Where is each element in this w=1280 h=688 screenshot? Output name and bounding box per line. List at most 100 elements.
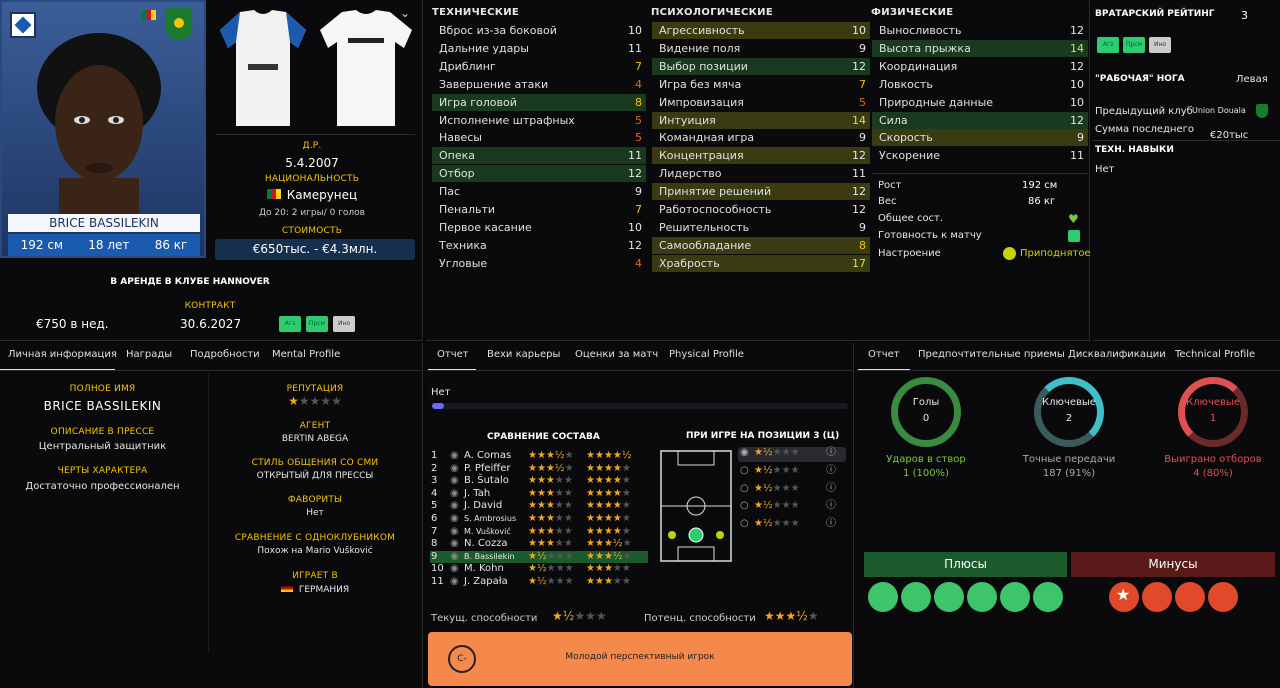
current-stars: ★★★★★: [528, 500, 573, 512]
squad-row[interactable]: 8 ◉ N. Cozza ★★★★★ ★★★½★: [430, 538, 648, 551]
mental-attr-row[interactable]: Видение поля 9: [652, 40, 870, 57]
gk-role-1[interactable]: Агз: [1097, 37, 1119, 53]
physical-attr-row[interactable]: Координация 12: [872, 58, 1088, 75]
physical-attr-row[interactable]: Высота прыжка 14: [872, 39, 1088, 57]
mental-attr-row[interactable]: Храбрость 17: [652, 254, 870, 272]
tab-mental-profile[interactable]: Mental Profile: [272, 343, 340, 367]
technical-attr-row[interactable]: Техника 12: [432, 237, 646, 254]
shots-label: Ударов в створ: [886, 454, 966, 465]
gk-rating-label: ВРАТАРСКИЙ РЕЙТИНГ: [1095, 9, 1215, 19]
player-card: BRICE BASSILEKIN 192 см 18 лет 86 кг: [0, 0, 206, 258]
physical-attr-row[interactable]: Выносливость 12: [872, 22, 1088, 39]
attr-value: 17: [852, 256, 866, 270]
tackles-key-value: 1: [1209, 413, 1217, 424]
physical-attr-row[interactable]: Скорость 9: [872, 129, 1088, 147]
squad-row[interactable]: 6 ◉ S. Ambrosius ★★★★★ ★★★★★: [430, 513, 648, 526]
technical-attr-row[interactable]: Опека 11: [432, 147, 646, 165]
squad-row[interactable]: 3 ◉ B. Šutalo ★★★★★ ★★★★★: [430, 475, 648, 488]
attr-value: 12: [852, 203, 866, 216]
player-face-image: [37, 33, 161, 218]
mental-attr-row[interactable]: Агрессивность 10: [652, 22, 870, 39]
mental-attr-row[interactable]: Выбор позиции 12: [652, 57, 870, 75]
card-height: 192 см: [20, 238, 64, 252]
tab-report[interactable]: Отчет: [437, 343, 469, 367]
squad-row[interactable]: 7 ◉ M. Vušković ★★★★★ ★★★★★: [430, 526, 648, 539]
gk-role-3[interactable]: Ино: [1149, 37, 1171, 53]
attr-name: Высота прыжка: [879, 41, 971, 55]
chevron-down-icon[interactable]: ⌄: [400, 6, 410, 20]
current-stars: ★★★½★: [528, 462, 574, 474]
squad-row[interactable]: 1 ◉ A. Comas ★★★½★ ★★★★½: [430, 450, 648, 463]
technical-attr-row[interactable]: Пенальти 7: [432, 201, 646, 218]
physical-attr-row[interactable]: Сила 12: [872, 111, 1088, 129]
tab-stats-report[interactable]: Отчет: [868, 343, 900, 367]
current-stars: ★½★★★: [528, 550, 574, 562]
tab-awards[interactable]: Награды: [126, 343, 172, 367]
keypass-value: 2: [1065, 413, 1073, 424]
attr-name: Ловкость: [879, 77, 933, 91]
position-rating-row[interactable]: ○ ★½★★★ ⓘ: [738, 500, 846, 515]
mental-attr-row[interactable]: Командная игра 9: [652, 129, 870, 146]
role-tag-2[interactable]: Прсм: [306, 316, 328, 332]
tab-preferred-moves[interactable]: Предпочтительные приемы: [918, 343, 1065, 367]
attr-name: Навесы: [439, 131, 482, 145]
technical-attr-row[interactable]: Дриблинг 7: [432, 58, 646, 75]
role-tag-3[interactable]: Ино: [333, 316, 355, 332]
technical-attr-row[interactable]: Исполнение штрафных 5: [432, 112, 646, 129]
mental-attr-row[interactable]: Игра без мяча 7: [652, 76, 870, 93]
potential-stars: ★★★½★: [586, 550, 632, 562]
physical-attr-row[interactable]: Ловкость 10: [872, 76, 1088, 93]
technical-attr-row[interactable]: Игра головой 8: [432, 93, 646, 111]
tab-career-milestones[interactable]: Вехи карьеры: [487, 343, 560, 367]
tab-technical-profile[interactable]: Technical Profile: [1175, 343, 1255, 367]
germany-flag-icon: [280, 584, 293, 592]
skills-value: Нет: [1095, 164, 1115, 175]
card-age: 18 лет: [88, 238, 130, 252]
position-rating-row[interactable]: ○ ★½★★★ ⓘ: [738, 518, 846, 533]
position-rating-row[interactable]: ○ ★½★★★ ⓘ: [738, 483, 846, 498]
attr-name: Природные данные: [879, 95, 994, 109]
position-rating-row[interactable]: ◉ ★½★★★ ⓘ: [738, 447, 846, 462]
technical-attr-row[interactable]: Вброс из-за боковой 10: [432, 22, 646, 39]
mental-attr-row[interactable]: Решительность 9: [652, 219, 870, 236]
role-tag-1[interactable]: Агз: [279, 316, 301, 332]
attr-value: 9: [1077, 131, 1084, 145]
report-panel: Отчет Вехи карьеры Оценки за матч Physic…: [426, 343, 854, 688]
technical-attr-row[interactable]: Отбор 12: [432, 165, 646, 183]
mental-attr-row[interactable]: Концентрация 12: [652, 147, 870, 165]
attr-value: 11: [1070, 149, 1084, 163]
physical-attr-row[interactable]: Ускорение 11: [872, 147, 1088, 164]
gk-role-2[interactable]: Прсм: [1123, 37, 1145, 53]
squad-row[interactable]: 4 ◉ J. Tah ★★★★★ ★★★★★: [430, 488, 648, 501]
attr-name: Лидерство: [659, 167, 722, 181]
tab-match-ratings[interactable]: Оценки за матч: [575, 343, 658, 367]
squad-row[interactable]: 9 ◉ B. Bassilekin ★½★★★ ★★★½★: [430, 550, 648, 564]
technical-attr-row[interactable]: Пас 9: [432, 183, 646, 200]
contract-end: 30.6.2027: [180, 317, 242, 331]
fitness-icon: [1068, 230, 1080, 242]
mental-attr-row[interactable]: Принятие решений 12: [652, 183, 870, 201]
technical-attr-row[interactable]: Дальние удары 11: [432, 40, 646, 57]
squad-row[interactable]: 10 ◉ M. Kohn ★½★★★ ★★★★★: [430, 563, 648, 576]
physical-attr-row[interactable]: Природные данные 10: [872, 94, 1088, 111]
technical-attr-row[interactable]: Завершение атаки 4: [432, 76, 646, 93]
goals-label: Голы: [912, 397, 940, 408]
tab-physical-profile[interactable]: Physical Profile: [669, 343, 744, 367]
mental-attr-row[interactable]: Самообладание 8: [652, 236, 870, 254]
technical-attr-row[interactable]: Навесы 5: [432, 129, 646, 146]
mental-attr-row[interactable]: Лидерство 11: [652, 165, 870, 182]
tab-personal-info[interactable]: Личная информация: [8, 343, 117, 367]
position-rating-row[interactable]: ○ ★½★★★ ⓘ: [738, 465, 846, 480]
squad-row[interactable]: 2 ◉ P. Pfeiffer ★★★½★ ★★★★★: [430, 463, 648, 476]
mental-attr-row[interactable]: Интуиция 14: [652, 111, 870, 129]
tab-suspensions[interactable]: Дисквалификации: [1068, 343, 1166, 367]
squad-row[interactable]: 5 ◉ J. David ★★★★★ ★★★★★: [430, 500, 648, 513]
teammate-compare-label: СРАВНЕНИЕ С ОДНОКЛУБНИКОМ: [234, 533, 396, 543]
tab-details[interactable]: Подробности: [190, 343, 260, 367]
squad-row[interactable]: 11 ◉ J. Zapała ★½★★★ ★★★★★: [430, 576, 648, 589]
home-kit-image: [220, 10, 306, 126]
mental-attr-row[interactable]: Импровизация 5: [652, 94, 870, 111]
mental-attr-row[interactable]: Работоспособность 12: [652, 201, 870, 218]
technical-attr-row[interactable]: Первое касание 10: [432, 219, 646, 236]
technical-attr-row[interactable]: Угловые 4: [432, 255, 646, 272]
